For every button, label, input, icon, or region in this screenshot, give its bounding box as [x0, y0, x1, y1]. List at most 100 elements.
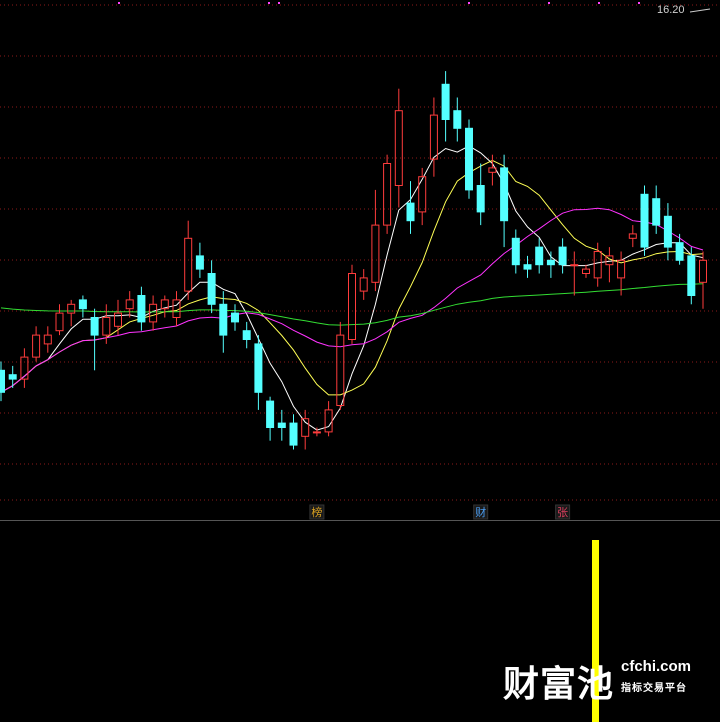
top-marker [468, 2, 470, 4]
candle-body [687, 255, 696, 296]
candle-body [8, 374, 17, 380]
candle [652, 185, 661, 234]
candle [429, 97, 438, 177]
candle-body [277, 422, 286, 429]
signal-badge: 榜 [309, 504, 325, 520]
candle [453, 97, 462, 142]
candle-body [266, 400, 275, 429]
candle [195, 242, 204, 278]
candle [336, 321, 345, 410]
candle [535, 238, 544, 274]
top-marker [548, 2, 550, 4]
candle-body [663, 215, 672, 248]
candle [699, 251, 707, 309]
candle [605, 247, 614, 283]
candle-body [43, 334, 52, 345]
candlestick-chart: 榜 财 张 16.20 [0, 2, 720, 722]
candle [640, 185, 649, 256]
candle [43, 326, 52, 353]
candle-body [500, 167, 509, 222]
candle-body [231, 312, 239, 323]
top-marker [118, 2, 120, 4]
candle-body [195, 255, 204, 270]
candle [8, 365, 17, 388]
candle-body [383, 163, 392, 226]
candle-body [406, 202, 415, 222]
candle-body [476, 185, 485, 213]
top-marker [268, 2, 270, 4]
candle-body [535, 246, 544, 266]
candle-body [394, 110, 403, 186]
candle-body [429, 114, 438, 160]
candle [371, 189, 380, 292]
candle-body [312, 431, 321, 434]
candle-body [582, 268, 590, 275]
candle-body [102, 317, 111, 336]
candle [406, 181, 415, 234]
price-label: 16.20 [657, 4, 685, 16]
candle-body [652, 198, 661, 226]
candle [359, 269, 368, 300]
candle-body [219, 303, 228, 336]
candle [383, 154, 392, 234]
candle-body [359, 277, 368, 292]
candle [254, 335, 263, 410]
candle-body [0, 369, 5, 393]
candle-body [137, 295, 146, 323]
candle [617, 251, 626, 296]
candle [242, 321, 251, 349]
candle [628, 225, 637, 248]
candle-body [511, 237, 520, 266]
candle-body [289, 422, 298, 446]
candle-body [32, 334, 41, 358]
candle-body [640, 193, 649, 248]
candle [546, 251, 555, 278]
candle-body [78, 299, 87, 310]
candle-body [348, 273, 356, 340]
candle-body [55, 312, 64, 332]
candle-body [628, 233, 637, 239]
candle [476, 163, 485, 226]
ma20-line [0, 207, 704, 393]
watermark-logo: 财富池 [503, 664, 615, 705]
candle [266, 396, 275, 441]
signal-badges: 榜财张 [309, 504, 571, 520]
top-marker [598, 2, 600, 4]
candle [418, 167, 427, 226]
candle [348, 264, 356, 344]
candle-body [125, 299, 134, 310]
indicator-panel [118, 2, 711, 722]
signal-badge-label: 财 [475, 505, 486, 519]
candle [523, 255, 532, 278]
watermark-site: cfchi.com [621, 658, 692, 675]
chart-grid [0, 4, 720, 521]
candle [160, 295, 169, 318]
candle [289, 414, 298, 450]
candle [558, 238, 567, 274]
candle [20, 348, 29, 388]
candle [687, 247, 696, 305]
candle-body [699, 259, 707, 283]
candle-body [67, 303, 76, 314]
candle [500, 154, 509, 248]
candle [441, 71, 450, 142]
candle-body [453, 110, 462, 129]
candle [582, 264, 590, 278]
signal-badge-label: 张 [557, 506, 568, 519]
top-marker [278, 2, 280, 4]
candle [465, 119, 473, 199]
candle-body [184, 237, 193, 292]
candle [55, 304, 64, 336]
signal-badge: 财 [473, 504, 489, 520]
candle [488, 154, 497, 186]
candle-body [593, 251, 602, 279]
candle [231, 304, 239, 331]
candle [324, 401, 333, 437]
candle [137, 286, 146, 331]
candle [207, 260, 216, 314]
watermark-sub: 指标交易平台 [621, 683, 687, 694]
candle [114, 299, 122, 336]
candle-body [570, 264, 579, 267]
candle [67, 299, 76, 327]
candle-body [418, 176, 427, 213]
